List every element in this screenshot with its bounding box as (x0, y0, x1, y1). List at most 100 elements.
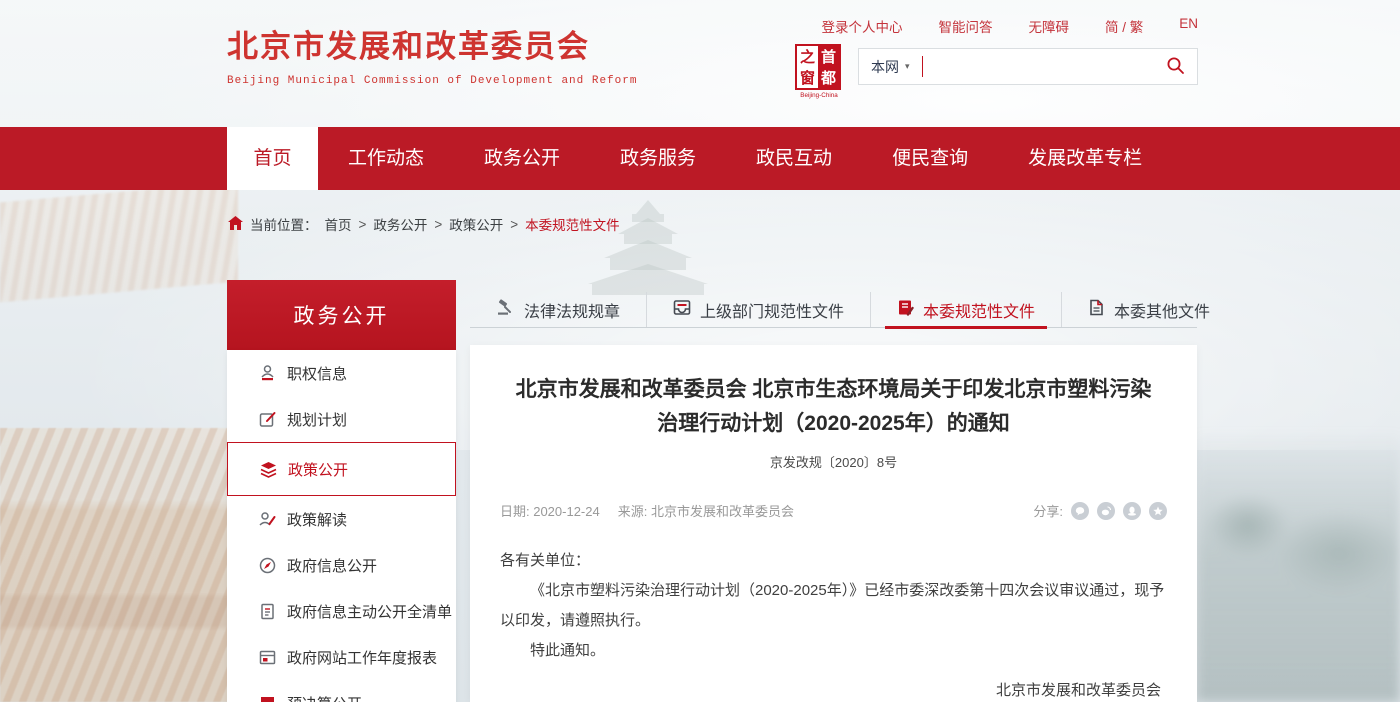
gavel-icon (496, 299, 515, 321)
top-utility-links: 登录个人中心 智能问答 无障碍 简 / 繁 EN (821, 16, 1198, 36)
search-button[interactable] (1166, 56, 1185, 78)
sidebar-title[interactable]: 政务公开 (227, 280, 456, 350)
beijing-gov-seal-logo[interactable]: 之 首 窗 都 Beijing-China (795, 44, 843, 99)
doc-icon (1088, 299, 1105, 321)
qq-share-icon[interactable] (1123, 502, 1141, 520)
article-signature: 北京市发展和改革委员会 (500, 676, 1167, 702)
tab-label: 本委其他文件 (1114, 298, 1210, 322)
seal-char: 之 (797, 46, 818, 67)
sidebar-item-label: 政府网站工作年度报表 (287, 647, 437, 668)
login-personal-center-link[interactable]: 登录个人中心 (821, 16, 902, 36)
breadcrumb-gov-disclosure[interactable]: 政务公开 (373, 214, 427, 234)
breadcrumb-separator: > (434, 217, 442, 232)
sidebar-item-gov-info-disclosure[interactable]: 政府信息公开 (227, 542, 456, 588)
nav-item-gov-disclosure[interactable]: 政务公开 (454, 127, 590, 190)
tab-label: 上级部门规范性文件 (700, 298, 844, 322)
palace-roof-background-bottom (0, 428, 234, 702)
seal-char: 窗 (797, 67, 818, 88)
breadcrumb-separator: > (510, 217, 518, 232)
main-navigation: 首页 工作动态 政务公开 政务服务 政民互动 便民查询 发展改革专栏 (0, 127, 1400, 190)
document-tabs: 法律法规规章 上级部门规范性文件 本委规范性文件 本委其他文件 (470, 292, 1197, 328)
publish-date: 日期: 2020-12-24 (500, 501, 600, 520)
breadcrumb-home[interactable]: 首页 (325, 214, 352, 234)
palace-roof-background-top (0, 182, 238, 303)
sidebar-item-proactive-disclosure-list[interactable]: 政府信息主动公开全清单 (227, 588, 456, 634)
budget-icon (259, 695, 276, 702)
sidebar-item-label: 预决算公开 (287, 693, 362, 702)
nav-item-home[interactable]: 首页 (227, 127, 318, 190)
accessibility-link[interactable]: 无障碍 (1028, 16, 1069, 36)
share-label: 分享: (1033, 501, 1063, 520)
compass-icon (259, 557, 276, 574)
sidebar-item-budget-disclosure[interactable]: 预决算公开 (227, 680, 456, 702)
source: 来源: 北京市发展和改革委员会 (618, 501, 794, 520)
article-meta: 日期: 2020-12-24 来源: 北京市发展和改革委员会 分享: (500, 501, 1167, 520)
tab-superior-normative-docs[interactable]: 上级部门规范性文件 (646, 292, 870, 327)
home-icon (228, 216, 243, 233)
search-scope-label: 本网 (871, 57, 899, 77)
article-paragraph: 特此通知。 (500, 636, 1167, 666)
sidebar-menu: 职权信息 规划计划 政策公开 政策解读 (227, 350, 456, 702)
breadcrumb: 当前位置： 首页 > 政务公开 > 政策公开 > 本委规范性文件 (228, 214, 620, 234)
seal-char: 都 (818, 67, 839, 88)
site-logo[interactable]: 北京市发展和改革委员会 Beijing Municipal Commission… (227, 21, 637, 87)
layers-icon (260, 461, 277, 478)
sidebar-item-label: 规划计划 (287, 409, 347, 430)
search-bar: 本网 ▾ (858, 48, 1198, 85)
simplified-traditional-toggle[interactable]: 简 / 繁 (1105, 16, 1143, 36)
tab-laws-regulations[interactable]: 法律法规规章 (470, 292, 646, 327)
site-title: 北京市发展和改革委员会 (227, 21, 637, 66)
tab-label: 法律法规规章 (524, 298, 620, 322)
chevron-down-icon: ▾ (905, 61, 910, 72)
article-body: 各有关单位： 《北京市塑料污染治理行动计划（2020-2025年）》已经市委深改… (500, 546, 1167, 702)
nav-item-work-news[interactable]: 工作动态 (318, 127, 454, 190)
qzone-share-icon[interactable] (1149, 502, 1167, 520)
sidebar-item-policy-interpretation[interactable]: 政策解读 (227, 496, 456, 542)
share-bar: 分享: (1033, 501, 1167, 520)
site-subtitle: Beijing Municipal Commission of Developm… (227, 75, 637, 87)
sidebar-item-label: 政府信息主动公开全清单 (287, 601, 452, 622)
breadcrumb-current: 本委规范性文件 (525, 214, 620, 234)
tab-commission-other-docs[interactable]: 本委其他文件 (1061, 292, 1236, 327)
article-paragraph: 各有关单位： (500, 546, 1167, 576)
nav-item-public-inquiry[interactable]: 便民查询 (862, 127, 998, 190)
english-link[interactable]: EN (1179, 16, 1198, 36)
article-title: 北京市发展和改革委员会 北京市生态环境局关于印发北京市塑料污染治理行动计划（20… (510, 373, 1158, 440)
sidebar-item-plans[interactable]: 规划计划 (227, 396, 456, 442)
document-number: 京发改规〔2020〕8号 (500, 452, 1167, 471)
nav-item-reform-special[interactable]: 发展改革专栏 (998, 127, 1172, 190)
nav-item-gov-services[interactable]: 政务服务 (590, 127, 726, 190)
breadcrumb-prefix: 当前位置： (250, 214, 318, 234)
tab-commission-normative-docs[interactable]: 本委规范性文件 (870, 292, 1061, 327)
document-list-icon (259, 603, 276, 620)
sidebar-item-label: 职权信息 (287, 363, 347, 384)
article-paragraph: 《北京市塑料污染治理行动计划（2020-2025年）》已经市委深改委第十四次会议… (500, 576, 1167, 636)
sidebar-item-annual-website-report[interactable]: 政府网站工作年度报表 (227, 634, 456, 680)
sidebar-item-label: 政策公开 (288, 459, 348, 480)
stamp-icon (259, 365, 276, 382)
tab-label: 本委规范性文件 (923, 298, 1035, 322)
person-pen-icon (259, 511, 276, 528)
search-input[interactable] (923, 52, 1166, 82)
doc-pen-icon (897, 299, 914, 321)
wechat-share-icon[interactable] (1071, 502, 1089, 520)
breadcrumb-policy-disclosure[interactable]: 政策公开 (449, 214, 503, 234)
plan-edit-icon (259, 411, 276, 428)
inbox-icon (673, 299, 691, 321)
article-panel: 北京市发展和改革委员会 北京市生态环境局关于印发北京市塑料污染治理行动计划（20… (470, 345, 1197, 702)
sidebar-item-authority-info[interactable]: 职权信息 (227, 350, 456, 396)
weibo-share-icon[interactable] (1097, 502, 1115, 520)
page: 北京市发展和改革委员会 Beijing Municipal Commission… (0, 0, 1400, 702)
search-icon (1166, 56, 1185, 78)
search-scope-dropdown[interactable]: 本网 ▾ (871, 57, 910, 77)
sidebar: 政务公开 职权信息 规划计划 政策公开 (227, 280, 456, 702)
trees-background (1197, 430, 1400, 702)
seal-char: 首 (818, 46, 839, 67)
seal-icon: 之 首 窗 都 (795, 44, 841, 90)
sidebar-item-policy-disclosure[interactable]: 政策公开 (227, 442, 456, 496)
report-table-icon (259, 649, 276, 666)
sidebar-item-label: 政府信息公开 (287, 555, 377, 576)
smart-qa-link[interactable]: 智能问答 (938, 16, 992, 36)
breadcrumb-separator: > (359, 217, 367, 232)
nav-item-public-interaction[interactable]: 政民互动 (726, 127, 862, 190)
